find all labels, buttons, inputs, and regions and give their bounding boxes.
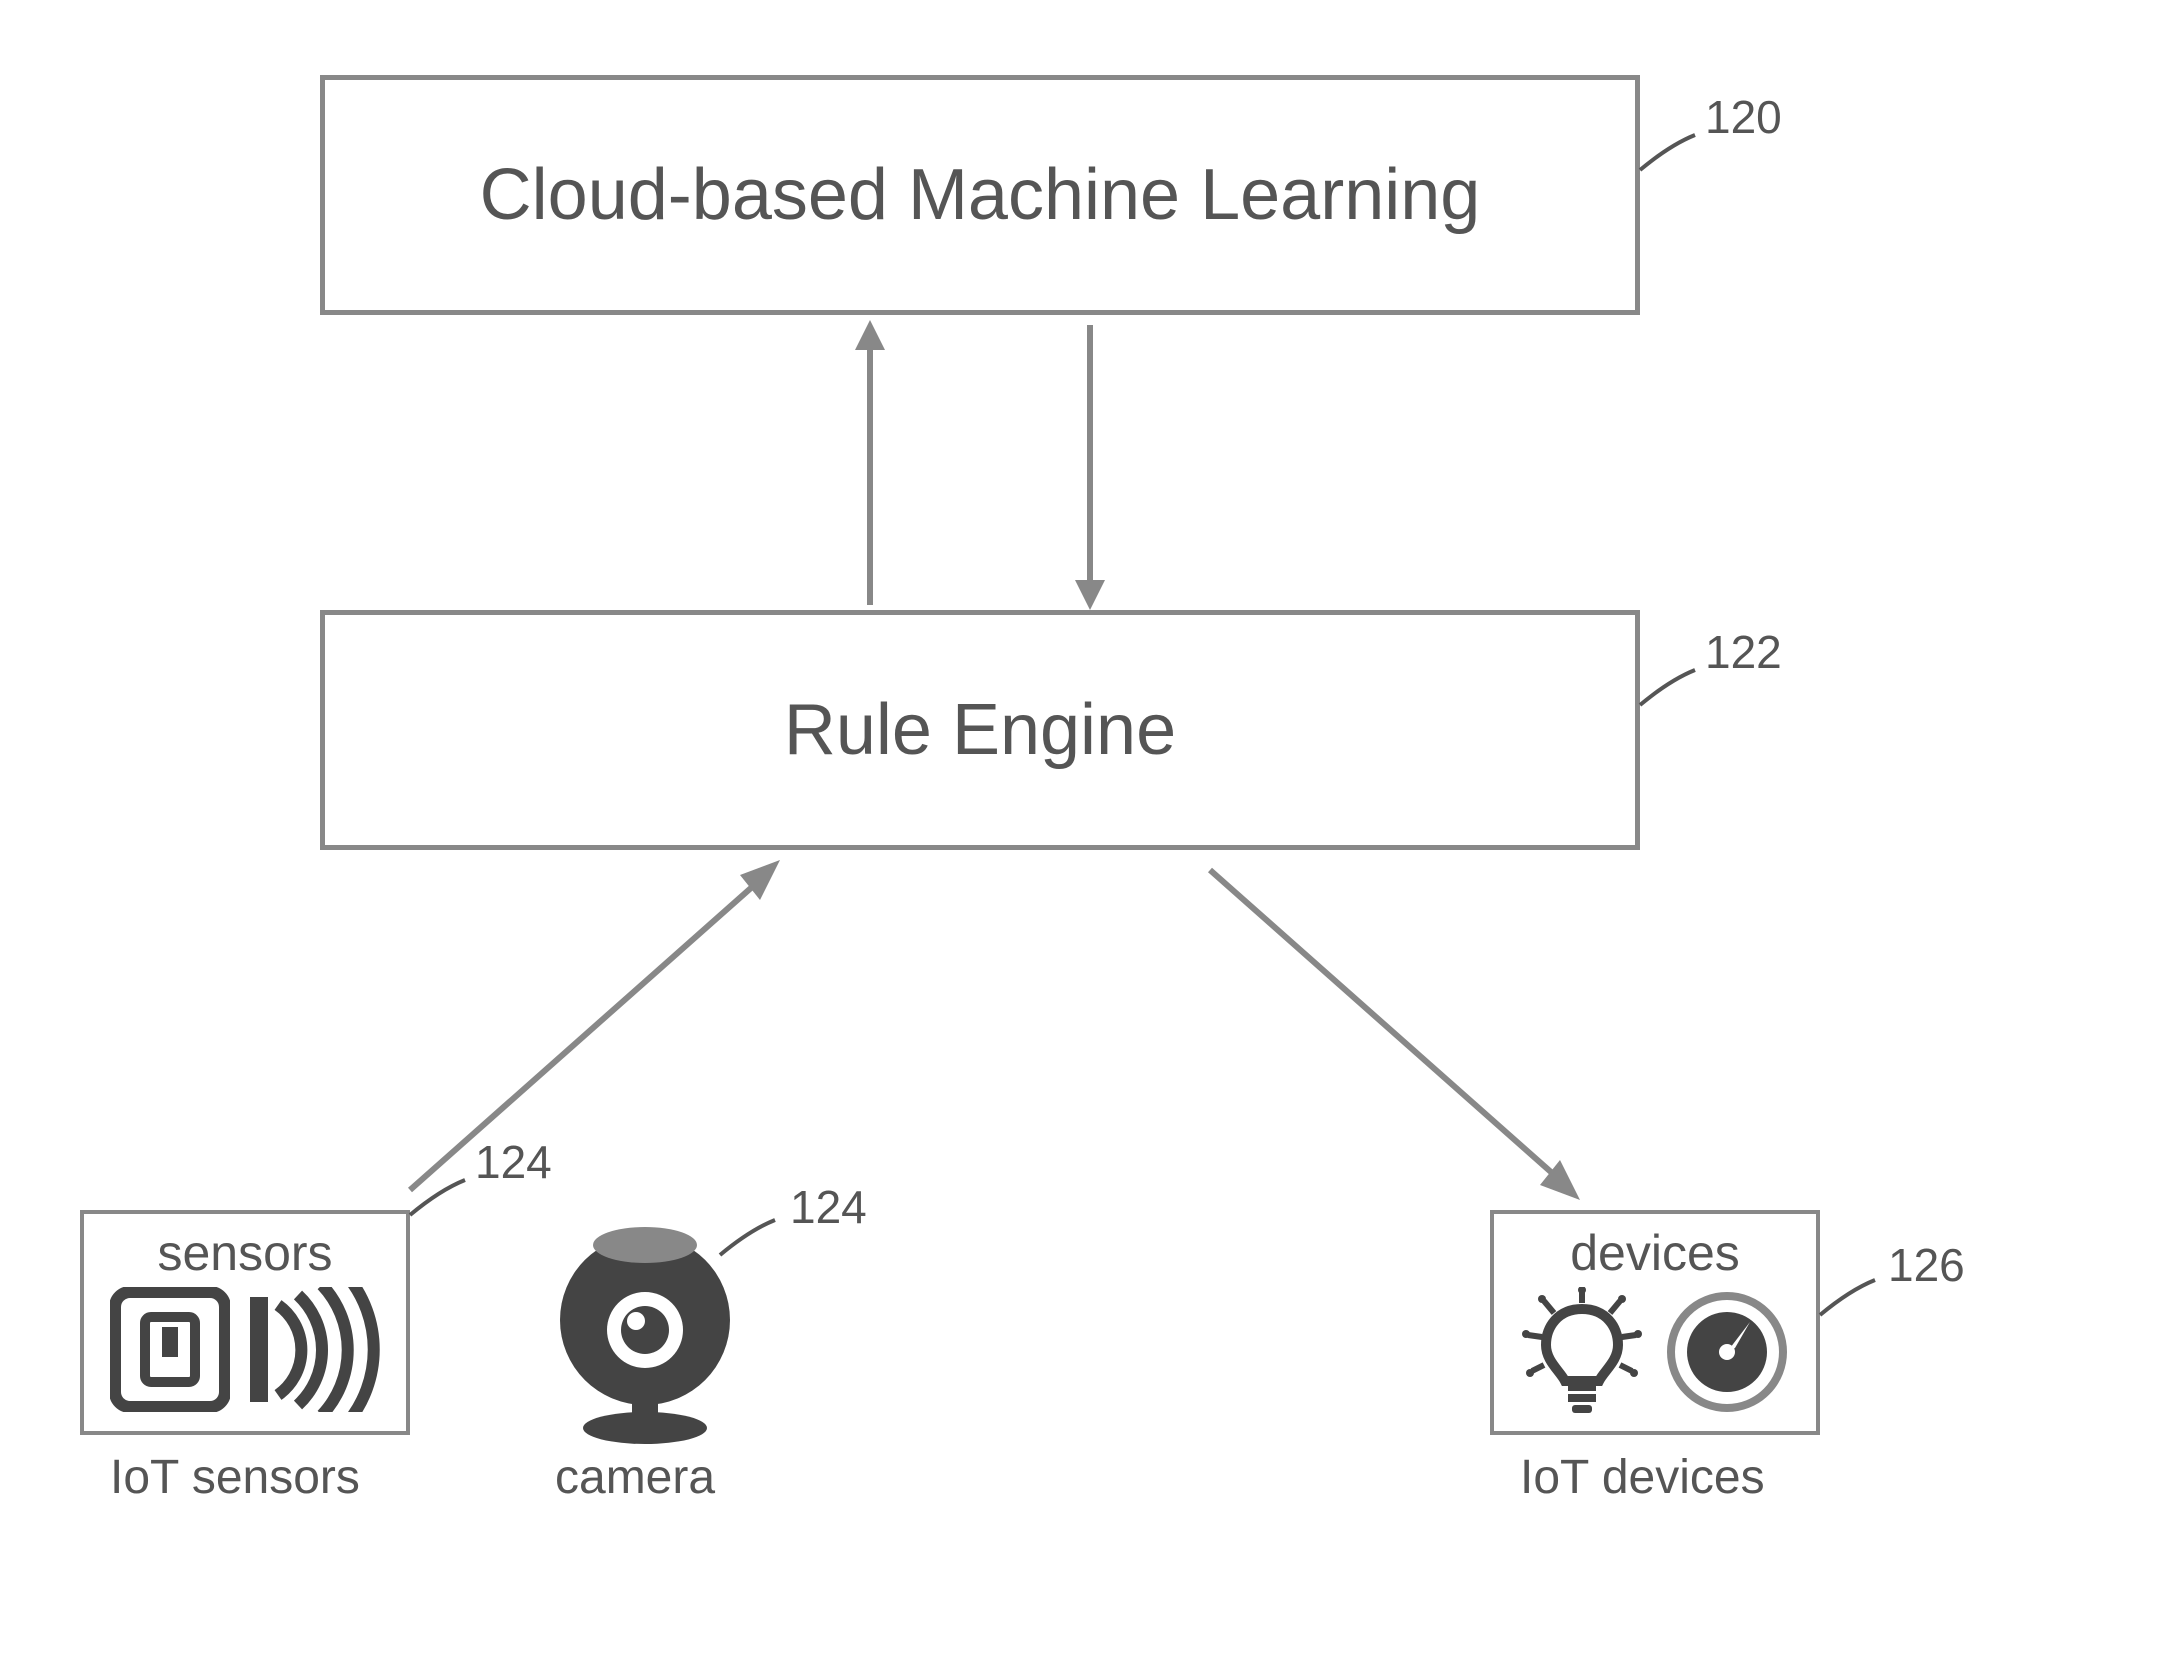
cloud-box: Cloud-based Machine Learning xyxy=(320,75,1640,315)
sensors-box: sensors xyxy=(80,1210,410,1435)
sensors-ref: 124 xyxy=(475,1135,552,1189)
camera-ref: 124 xyxy=(790,1180,867,1234)
devices-below-label: IoT devices xyxy=(1520,1450,1765,1505)
arrow-up xyxy=(840,315,900,615)
signal-sensor-icon xyxy=(250,1287,380,1412)
camera-icon-container xyxy=(540,1220,750,1450)
cloud-label: Cloud-based Machine Learning xyxy=(480,154,1481,236)
dial-icon xyxy=(1665,1290,1790,1415)
sensors-ref-leader xyxy=(410,1175,510,1275)
arrow-sensors-to-rule xyxy=(380,850,800,1210)
sensors-box-label: sensors xyxy=(157,1224,332,1282)
devices-box: devices xyxy=(1490,1210,1820,1435)
rule-label: Rule Engine xyxy=(784,689,1176,771)
camera-below-label: camera xyxy=(555,1450,715,1505)
rule-ref-leader xyxy=(1640,665,1740,765)
sensors-below-label: IoT sensors xyxy=(110,1450,360,1505)
switch-sensor-icon xyxy=(110,1287,230,1412)
camera-icon xyxy=(540,1220,750,1445)
devices-ref: 126 xyxy=(1888,1238,1965,1292)
arrow-down xyxy=(1060,315,1120,615)
rule-box: Rule Engine xyxy=(320,610,1640,850)
arrow-rule-to-devices xyxy=(1190,850,1610,1210)
lightbulb-icon xyxy=(1520,1287,1645,1417)
cloud-ref: 120 xyxy=(1705,90,1782,144)
devices-box-label: devices xyxy=(1570,1224,1740,1282)
cloud-ref-leader xyxy=(1640,130,1740,230)
rule-ref: 122 xyxy=(1705,625,1782,679)
